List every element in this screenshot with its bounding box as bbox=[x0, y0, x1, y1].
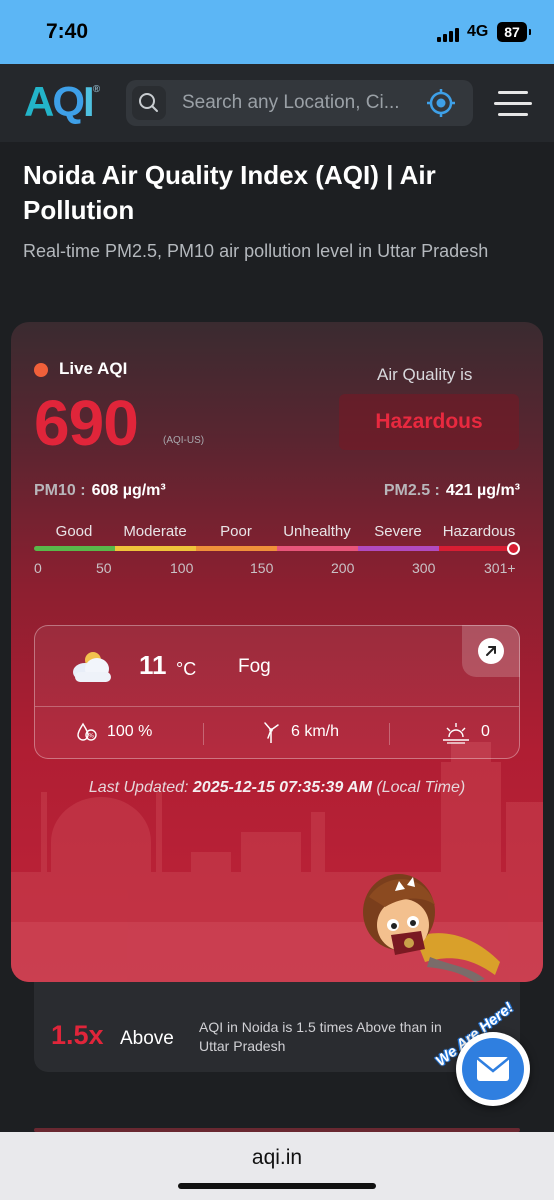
expand-arrow-icon bbox=[478, 638, 504, 664]
aqi-scale-bar bbox=[34, 546, 520, 551]
scale-segment bbox=[115, 546, 196, 551]
scale-segment bbox=[277, 546, 358, 551]
locate-icon[interactable] bbox=[426, 88, 456, 118]
scale-label: Hazardous bbox=[442, 523, 516, 540]
weather-widget[interactable]: 11 °C Fog % 100 % 6 km/h 0 bbox=[34, 625, 520, 759]
aqi-value: 690 bbox=[34, 387, 139, 459]
page-subtitle: Real-time PM2.5, PM10 air pollution leve… bbox=[23, 241, 489, 261]
live-indicator-dot bbox=[34, 363, 48, 377]
battery-icon: 87 bbox=[497, 22, 531, 42]
live-aqi-label: Live AQI bbox=[59, 359, 128, 378]
page-title: Noida Air Quality Index (AQI) | Air Poll… bbox=[23, 160, 436, 225]
humidity-icon: % bbox=[77, 722, 97, 741]
scale-tick: 50 bbox=[96, 560, 112, 576]
scale-tick: 301+ bbox=[484, 560, 516, 576]
air-quality-label: Air Quality is bbox=[377, 365, 473, 384]
browser-url-bar[interactable]: aqi.in bbox=[0, 1132, 554, 1200]
search-bar[interactable] bbox=[126, 80, 473, 126]
pm10-reading: PM10 :608 µg/m³ bbox=[34, 482, 166, 499]
status-time: 7:40 bbox=[46, 20, 89, 43]
status-bar: 7:40 4G 87 bbox=[0, 0, 554, 64]
scale-label: Unhealthy bbox=[283, 523, 351, 540]
home-indicator[interactable] bbox=[178, 1183, 376, 1189]
scale-label: Moderate bbox=[123, 523, 187, 540]
aqi-logo[interactable]: AQI® bbox=[24, 78, 100, 126]
search-icon[interactable] bbox=[132, 86, 166, 120]
scale-label: Good bbox=[55, 523, 93, 540]
search-input[interactable] bbox=[182, 88, 426, 118]
air-quality-status-badge: Hazardous bbox=[339, 394, 519, 450]
aqi-unit: (AQI-US) bbox=[163, 435, 205, 446]
scale-segment bbox=[196, 546, 277, 551]
url-text[interactable]: aqi.in bbox=[0, 1146, 554, 1170]
last-updated: Last Updated: 2025-12-15 07:35:39 AM (Lo… bbox=[88, 779, 466, 796]
aqi-scale-ticks: 0 50 100 150 200 300 301+ bbox=[34, 560, 520, 578]
uv-icon bbox=[443, 723, 469, 744]
scale-segment bbox=[34, 546, 115, 551]
comparison-direction: Above bbox=[120, 1028, 174, 1049]
scale-tick: 100 bbox=[170, 560, 194, 576]
temperature-value: 11 bbox=[139, 650, 167, 680]
scale-tick: 150 bbox=[250, 560, 274, 576]
pm25-reading: PM2.5 :421 µg/m³ bbox=[383, 482, 520, 499]
weather-condition: Fog bbox=[238, 656, 271, 677]
wind-icon bbox=[264, 722, 279, 743]
mail-icon bbox=[462, 1038, 524, 1100]
scale-tick: 300 bbox=[412, 560, 436, 576]
scale-tick: 0 bbox=[34, 560, 42, 576]
scale-segment bbox=[358, 546, 439, 551]
temperature-unit: °C bbox=[176, 659, 197, 679]
weather-details-button[interactable] bbox=[462, 625, 520, 677]
stat-separator bbox=[203, 723, 204, 745]
stat-separator bbox=[389, 723, 390, 745]
aqi-scale-marker bbox=[507, 542, 520, 555]
network-label: 4G bbox=[467, 23, 489, 40]
comparison-multiplier: 1.5x bbox=[51, 1020, 104, 1050]
masked-boy-mascot-illustration bbox=[363, 874, 500, 982]
battery-level: 87 bbox=[504, 24, 520, 40]
comparison-text: AQI in Noida is 1.5 times Above than in … bbox=[199, 1019, 442, 1054]
aqi-scale-labels: Good Moderate Poor Unhealthy Severe Haza… bbox=[34, 523, 520, 543]
weather-divider bbox=[35, 706, 519, 707]
scale-label: Severe bbox=[374, 523, 422, 540]
scale-label: Poor bbox=[220, 523, 252, 540]
site-header: AQI® bbox=[0, 64, 554, 142]
scale-tick: 200 bbox=[331, 560, 355, 576]
aqi-card: Live AQI 690 (AQI-US) Air Quality is Haz… bbox=[11, 322, 543, 982]
menu-icon[interactable] bbox=[494, 91, 532, 117]
contact-button[interactable] bbox=[456, 1032, 530, 1106]
cloud-icon bbox=[73, 652, 111, 682]
svg-text:%: % bbox=[88, 733, 94, 740]
signal-icon bbox=[437, 26, 461, 42]
